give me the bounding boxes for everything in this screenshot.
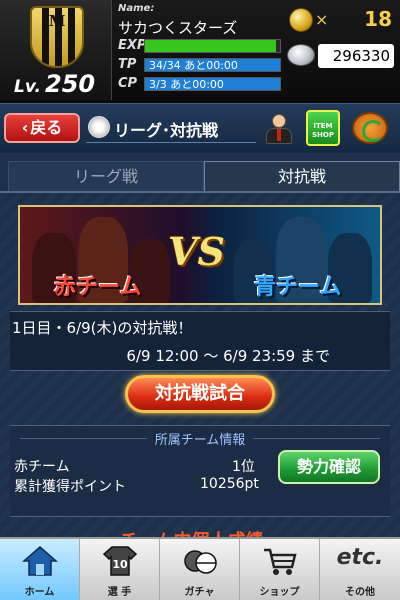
page-title: リーグ･対抗戦 <box>114 121 219 140</box>
team-info-panel: 所属チーム情報 赤チーム 1位 累計獲得ポイント 10256pt 勢力確認 <box>10 425 390 517</box>
nav-players[interactable]: 10 選 手 <box>80 539 160 600</box>
manager-icon[interactable] <box>264 114 294 144</box>
money-icon <box>287 44 315 66</box>
points-label: 累計獲得ポイント <box>14 479 126 495</box>
cp-bar: 3/3 あと00:00 <box>144 77 281 91</box>
versus-match-button[interactable]: 対抗戦試合 <box>125 375 275 413</box>
coin-icon <box>289 8 313 32</box>
points-value: 10256pt <box>200 476 259 492</box>
versus-banner: VS 赤チーム 青チーム <box>18 205 382 305</box>
back-arrow-icon: ‹ <box>21 118 29 137</box>
exp-bar <box>144 39 281 53</box>
tp-text: 34/34 あと00:00 <box>149 59 238 72</box>
coin-count: 18 <box>364 7 392 31</box>
svg-text:10: 10 <box>112 558 128 571</box>
tab-league[interactable]: リーグ戦 <box>8 161 204 191</box>
cp-label: CP <box>118 76 138 91</box>
nav-other[interactable]: etc. その他 <box>320 539 400 600</box>
exp-bar-fill <box>145 40 276 52</box>
refresh-icon[interactable] <box>352 112 388 144</box>
status-header: M Lv. 250 Name: サカつくスターズ EXP TP 34/34 あと0… <box>0 0 400 103</box>
bottom-nav: ホーム 10 選 手 ガチャ ショップ etc. その他 <box>0 537 400 600</box>
nav-home-label: ホーム <box>24 587 55 598</box>
jersey-icon: 10 <box>102 546 138 576</box>
vs-label: VS <box>168 229 225 274</box>
nav-gacha[interactable]: ガチャ <box>160 539 240 600</box>
nav-shop-label: ショップ <box>259 587 300 598</box>
soccer-ball-icon <box>88 116 110 138</box>
tab-versus[interactable]: 対抗戦 <box>204 161 400 191</box>
name-label: Name: <box>118 3 155 14</box>
back-button[interactable]: ‹ 戻る <box>4 113 80 143</box>
profile-badge[interactable]: M Lv. 250 <box>0 0 112 100</box>
team-name: サカつくスターズ <box>118 19 238 37</box>
home-icon <box>22 546 58 576</box>
gacha-icon <box>184 550 217 574</box>
tab-bar: リーグ戦 対抗戦 <box>0 153 400 191</box>
exp-label: EXP <box>118 38 147 53</box>
team-label: 赤チーム <box>14 459 70 475</box>
cp-row: CP 3/3 あと00:00 <box>118 76 283 92</box>
nav-home[interactable]: ホーム <box>0 539 80 600</box>
level-value: 250 <box>45 70 96 98</box>
etc-icon: etc. <box>336 545 384 570</box>
nav-gacha-label: ガチャ <box>184 587 215 598</box>
tp-bar: 34/34 あと00:00 <box>144 58 281 72</box>
nav-players-label: 選 手 <box>107 587 132 598</box>
coin-multiplier: × <box>315 10 329 29</box>
nav-shop[interactable]: ショップ <box>240 539 320 600</box>
power-check-button[interactable]: 勢力確認 <box>278 450 380 484</box>
nav-other-label: その他 <box>345 587 375 598</box>
schedule-box: 1日目・6/9(木)の対抗戦！ 6/9 12:00 〜 6/9 23:59 まで <box>10 311 390 371</box>
level-prefix: Lv. <box>14 77 41 97</box>
tp-row: TP 34/34 あと00:00 <box>118 57 283 73</box>
time-range: 6/9 12:00 〜 6/9 23:59 まで <box>126 347 330 365</box>
title-bar: ‹ 戻る リーグ･対抗戦 <box>0 103 400 153</box>
cp-text: 3/3 あと00:00 <box>149 78 224 91</box>
crest-letter: M <box>48 12 66 30</box>
cart-icon <box>264 548 297 575</box>
exp-row: EXP <box>118 38 283 54</box>
tp-label: TP <box>118 57 137 72</box>
main-content: VS 赤チーム 青チーム 1日目・6/9(木)の対抗戦！ 6/9 12:00 〜… <box>0 191 400 541</box>
day-label: 1日目・6/9(木)の対抗戦！ <box>12 319 193 337</box>
back-label: 戻る <box>30 118 63 137</box>
money-value: 296330 <box>318 44 394 68</box>
team-crest-icon: M <box>30 6 84 68</box>
red-team-label: 赤チーム <box>54 275 142 300</box>
item-shop-icon[interactable]: ITEM SHOP <box>306 110 340 146</box>
blue-team-label: 青チーム <box>254 275 342 300</box>
team-info-title: 所属チーム情報 <box>10 429 390 448</box>
player-level: Lv. 250 <box>14 70 95 98</box>
page-title-area: リーグ･対抗戦 <box>86 113 256 143</box>
team-rank: 1位 <box>232 459 255 475</box>
